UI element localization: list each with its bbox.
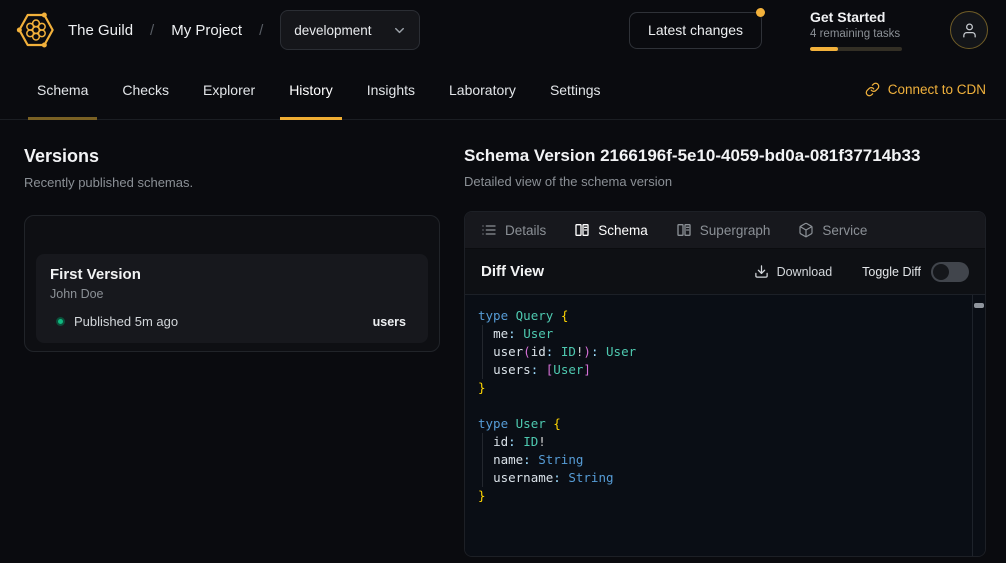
get-started-subtitle: 4 remaining tasks [810, 28, 902, 40]
breadcrumb-separator: / [150, 22, 154, 39]
version-status-row: Published 5m ago users [50, 314, 414, 329]
schema-sdl-code: type Query { me: User user(id: ID!): Use… [478, 307, 965, 505]
scrollbar-track[interactable] [972, 295, 985, 556]
tab-label: Checks [122, 82, 169, 98]
tab-label: Schema [37, 82, 88, 98]
tab-explorer[interactable]: Explorer [194, 60, 264, 119]
notification-dot [756, 8, 765, 17]
download-icon [754, 264, 769, 279]
tab-checks[interactable]: Checks [113, 60, 178, 119]
connect-cdn-link[interactable]: Connect to CDN [865, 82, 986, 97]
tab-details[interactable]: Details [481, 222, 546, 238]
tab-label: Supergraph [700, 223, 771, 238]
tab-schema-view[interactable]: Schema [574, 222, 648, 238]
connect-cdn-label: Connect to CDN [888, 82, 986, 97]
main-nav: Schema Checks Explorer History Insights … [0, 60, 1006, 120]
latest-changes-label: Latest changes [648, 22, 743, 38]
tab-insights[interactable]: Insights [358, 60, 424, 119]
scrollbar-thumb[interactable] [974, 303, 984, 308]
get-started-title: Get Started [810, 9, 902, 25]
tab-service[interactable]: Service [798, 222, 867, 238]
breadcrumb-org[interactable]: The Guild [68, 22, 133, 39]
link-icon [865, 82, 880, 97]
version-detail-subtitle: Detailed view of the schema version [464, 174, 986, 189]
top-header: The Guild / My Project / development Lat… [0, 0, 1006, 60]
tab-label: Details [505, 223, 546, 238]
versions-subtitle: Recently published schemas. [24, 175, 440, 190]
published-status-dot [56, 317, 65, 326]
toggle-diff-switch[interactable] [931, 262, 969, 282]
version-name: First Version [50, 266, 414, 283]
breadcrumb-project[interactable]: My Project [171, 22, 242, 39]
breadcrumb-separator: / [259, 22, 263, 39]
version-service-badge: users [373, 315, 414, 329]
tab-label: Schema [598, 223, 648, 238]
columns-icon [676, 222, 692, 238]
tab-label: Settings [550, 82, 601, 98]
content: Versions Recently published schemas. Fir… [0, 120, 1006, 557]
get-started-widget[interactable]: Get Started 4 remaining tasks [810, 9, 902, 51]
tab-laboratory[interactable]: Laboratory [440, 60, 525, 119]
tab-schema[interactable]: Schema [28, 60, 97, 119]
progress-fill [810, 47, 838, 51]
switch-knob [933, 264, 949, 280]
box-icon [798, 222, 814, 238]
version-status: Published 5m ago [74, 314, 178, 329]
toggle-diff-label: Toggle Diff [862, 265, 921, 279]
tab-label: Laboratory [449, 82, 516, 98]
diff-view-title: Diff View [481, 263, 544, 280]
tab-supergraph[interactable]: Supergraph [676, 222, 771, 238]
indent-guide [482, 325, 483, 379]
app-root: The Guild / My Project / development Lat… [0, 0, 1006, 557]
chevron-down-icon [392, 23, 407, 38]
schema-code-viewer[interactable]: type Query { me: User user(id: ID!): Use… [465, 294, 985, 556]
versions-card: First Version John Doe Published 5m ago … [24, 215, 440, 352]
download-button[interactable]: Download [754, 264, 833, 279]
tab-label: Explorer [203, 82, 255, 98]
avatar[interactable] [950, 11, 988, 49]
columns-icon [574, 222, 590, 238]
tab-label: History [289, 82, 333, 98]
target-select[interactable]: development [280, 10, 419, 50]
tab-label: Service [822, 223, 867, 238]
latest-changes-button[interactable]: Latest changes [629, 12, 762, 49]
tab-label: Insights [367, 82, 415, 98]
download-label: Download [777, 265, 833, 279]
version-detail-panel: Schema Version 2166196f-5e10-4059-bd0a-0… [464, 120, 1006, 557]
list-icon [481, 222, 497, 238]
user-icon [961, 22, 978, 39]
target-select-value: development [294, 23, 371, 38]
versions-panel: Versions Recently published schemas. Fir… [0, 120, 464, 557]
tab-history[interactable]: History [280, 60, 342, 119]
diff-view-header: Diff View Download Toggle Diff [465, 249, 985, 294]
version-detail-card: Details Schema [464, 211, 986, 557]
indent-guide [482, 433, 483, 487]
tab-settings[interactable]: Settings [541, 60, 610, 119]
version-list-item[interactable]: First Version John Doe Published 5m ago … [36, 254, 428, 343]
version-detail-title: Schema Version 2166196f-5e10-4059-bd0a-0… [464, 146, 986, 166]
version-author: John Doe [50, 287, 414, 301]
versions-title: Versions [24, 146, 440, 167]
hive-logo-icon[interactable] [16, 10, 56, 50]
get-started-progressbar [810, 47, 902, 51]
detail-tabbar: Details Schema [465, 212, 985, 249]
